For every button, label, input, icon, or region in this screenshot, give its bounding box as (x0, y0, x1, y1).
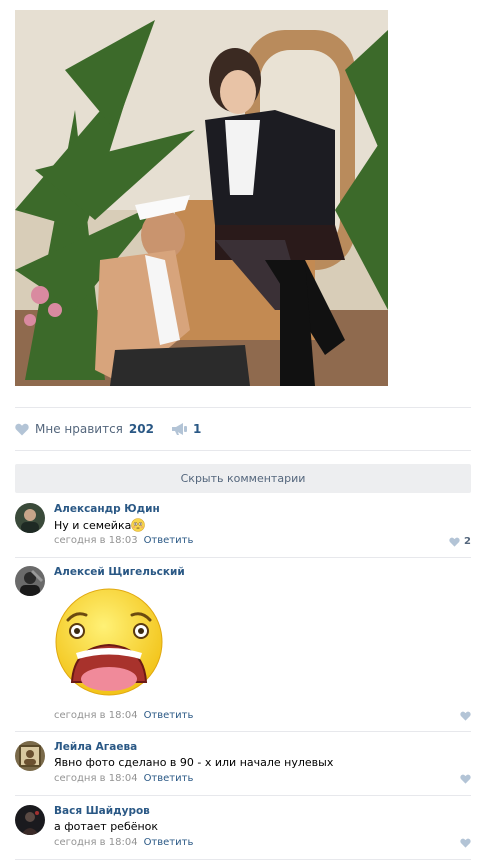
photo-scene-icon (15, 10, 388, 386)
comment-like-button[interactable] (460, 711, 471, 721)
divider (15, 407, 471, 408)
post-actions-bar: Мне нравится 202 1 (15, 420, 201, 438)
comment-time[interactable]: сегодня в 18:04 (54, 710, 138, 721)
avatar[interactable] (15, 566, 45, 596)
comment-like-count: 2 (464, 536, 471, 547)
comment-like-button[interactable] (460, 838, 471, 848)
post-photo[interactable] (15, 10, 388, 386)
comment-like-button[interactable] (460, 774, 471, 784)
comment-text: Ну и семейка (54, 518, 132, 532)
shares-count[interactable]: 1 (193, 422, 201, 436)
divider (15, 450, 471, 451)
reply-link[interactable]: Ответить (144, 837, 194, 848)
comment-time[interactable]: сегодня в 18:04 (54, 837, 138, 848)
hide-comments-button[interactable]: Скрыть комментарии (15, 464, 471, 493)
heart-icon (460, 838, 471, 848)
comment-author[interactable]: Вася Шайдуров (54, 805, 150, 817)
reply-link[interactable]: Ответить (144, 535, 194, 546)
reply-link[interactable]: Ответить (144, 710, 194, 721)
comment-item: Вася Шайдуров а фотает ребёнок сегодня в… (15, 805, 471, 859)
divider (15, 731, 471, 732)
divider (15, 795, 471, 796)
shocked-face-sticker-icon (55, 588, 163, 696)
heart-icon (460, 711, 471, 721)
likes-count[interactable]: 202 (129, 422, 154, 436)
comment-time[interactable]: сегодня в 18:03 (54, 535, 138, 546)
comment-text: Явно фото сделано в 90 - х или начале ну… (54, 756, 334, 769)
comment-text-row: Ну и семейка (54, 518, 146, 532)
comment-meta: сегодня в 18:04 Ответить (54, 773, 193, 784)
heart-icon (449, 537, 460, 547)
comment-item: Александр Юдин Ну и семейка сегодня в 18… (15, 503, 471, 557)
user-photo-icon (15, 503, 45, 533)
avatar[interactable] (15, 741, 45, 771)
comment-text: а фотает ребёнок (54, 820, 159, 833)
comment-like-button[interactable]: 2 (449, 536, 471, 547)
comment-time[interactable]: сегодня в 18:04 (54, 773, 138, 784)
megaphone-share-icon[interactable] (171, 423, 187, 435)
reply-link[interactable]: Ответить (144, 773, 194, 784)
comment-item: Лейла Агаева Явно фото сделано в 90 - х … (15, 741, 471, 795)
comment-item: Алексей Щигельский сегодня в 18:04 Ответи… (15, 566, 471, 732)
user-photo-icon (15, 741, 45, 771)
avatar[interactable] (15, 805, 45, 835)
user-photo-icon (15, 805, 45, 835)
user-photo-icon (15, 566, 45, 596)
heart-icon (460, 774, 471, 784)
comment-author[interactable]: Алексей Щигельский (54, 566, 185, 578)
divider (15, 557, 471, 558)
comment-author[interactable]: Лейла Агаева (54, 741, 137, 753)
like-button-label[interactable]: Мне нравится (35, 422, 123, 436)
comment-meta: сегодня в 18:03 Ответить (54, 535, 193, 546)
heart-icon[interactable] (15, 423, 29, 436)
divider (15, 859, 471, 860)
flushed-face-emoji-icon (131, 518, 146, 532)
avatar[interactable] (15, 503, 45, 533)
comment-meta: сегодня в 18:04 Ответить (54, 710, 193, 721)
comment-meta: сегодня в 18:04 Ответить (54, 837, 193, 848)
comment-author[interactable]: Александр Юдин (54, 503, 160, 515)
